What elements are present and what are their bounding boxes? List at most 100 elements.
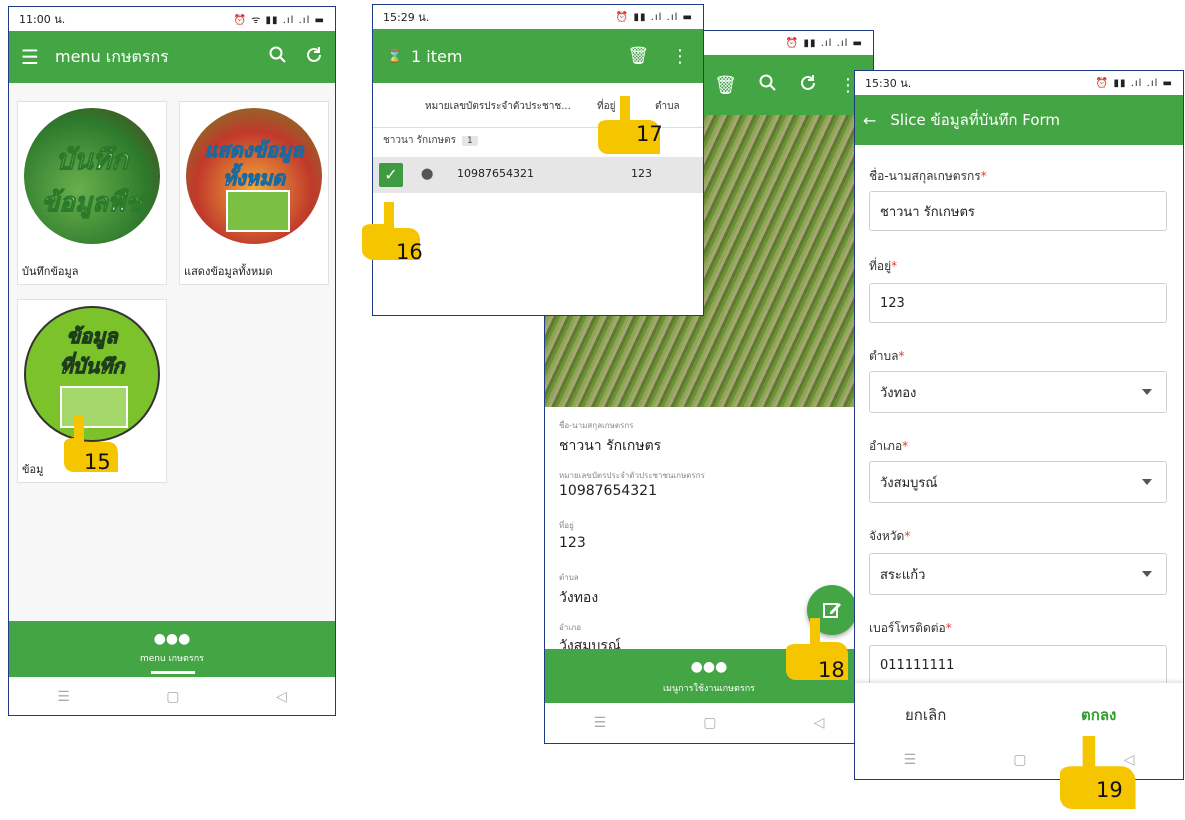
step-15-pointer: 15 (60, 414, 122, 476)
recents-icon[interactable]: ☰ (904, 752, 917, 768)
form-action-bar: ยกเลิก ตกลง (855, 683, 1183, 743)
status-time: 15:30 น. (865, 77, 912, 90)
row-address: 123 (631, 167, 652, 180)
home-icon[interactable]: ▢ (703, 715, 716, 731)
field-label: อำเภอ* (869, 439, 909, 453)
tile-label: ข้อมู (22, 463, 44, 476)
back-icon[interactable]: ◁ (814, 715, 825, 731)
tile-show-all[interactable]: แสดงข้อมูล ทั้งหมด แสดงข้อมูลทั้งหมด (179, 101, 329, 285)
detail-value: วังทอง (559, 590, 599, 606)
refresh-icon[interactable] (799, 74, 817, 96)
step-number: 18 (818, 658, 845, 682)
tile-image-text: บันทึก (55, 143, 129, 177)
app-title: menu เกษตรกร (55, 46, 169, 66)
field-label: ที่อยู่* (869, 259, 898, 273)
bottom-nav-label[interactable]: menu เกษตรกร (9, 651, 335, 665)
detail-label: ชื่อ-นามสกุลเกษตรกร (559, 421, 634, 430)
detail-label: อำเภอ (559, 623, 582, 632)
row-checkbox[interactable]: ✓ (379, 163, 403, 187)
detail-value: 123 (559, 535, 586, 551)
system-nav-bar: ☰ ▢ ◁ (9, 679, 335, 715)
selection-bar: ⌛ 1 item 🗑 ⋮ (373, 29, 703, 83)
group-label: ชาวนา รักเกษตร (383, 135, 457, 146)
bottom-nav: ●●● menu เกษตรกร (9, 621, 335, 677)
row-id: 10987654321 (457, 167, 534, 180)
table-graphic (226, 190, 290, 232)
selection-title: 1 item (411, 46, 463, 66)
back-icon[interactable]: ◁ (276, 689, 287, 705)
tile-label: บันทึกข้อมูล (22, 265, 79, 278)
step-number: 16 (396, 240, 423, 264)
step-number: 15 (84, 450, 111, 474)
tile-image: แสดงข้อมูล ทั้งหมด (186, 108, 322, 244)
chevron-down-icon (1142, 479, 1152, 485)
step-18-pointer: 18 (786, 618, 848, 682)
status-bar: 15:30 น. ⏰ ▮▮ .ıl .ıl ▬ (855, 71, 1183, 95)
cancel-button[interactable]: ยกเลิก (905, 703, 946, 727)
form-app-bar: ← Slice ข้อมูลที่บันทึก Form (855, 95, 1183, 145)
status-icons: ⏰ ᯤ ▮▮ .ıl .ıl ▬ (233, 15, 325, 26)
status-icons: ⏰ ▮▮ .ıl .ıl ▬ (1095, 77, 1173, 89)
phone-field[interactable]: 011111111 (869, 645, 1167, 685)
location-pin-icon: ⬤ (421, 167, 434, 180)
screen-edit-form: 15:30 น. ⏰ ▮▮ .ıl .ıl ▬ ← Slice ข้อมูลที… (854, 70, 1184, 780)
tile-record[interactable]: บันทึก ข้อมูลพืช บันทึกข้อมูล (17, 101, 167, 285)
status-time: 15:29 น. (383, 11, 430, 24)
tile-image-text: ข้อมูลพืช (41, 188, 143, 219)
tile-image-text: ที่บันทึก (59, 354, 125, 379)
home-icon[interactable]: ▢ (1013, 752, 1026, 768)
hamburger-menu-icon[interactable]: ☰ (21, 45, 49, 69)
nav-indicator (151, 671, 195, 674)
column-header[interactable]: หมายเลขบัตรประจำตัวประชาช... (425, 99, 571, 114)
province-select[interactable]: สระแก้ว (869, 553, 1167, 595)
subdistrict-select[interactable]: วังทอง (869, 371, 1167, 413)
search-icon[interactable] (759, 74, 777, 96)
district-select[interactable]: วังสมบูรณ์ (869, 461, 1167, 503)
home-icon[interactable]: ▢ (166, 689, 179, 705)
status-bar: 15:29 น. ⏰ ▮▮ .ıl .ıl ▬ (373, 5, 703, 29)
table-row[interactable]: ✓ ⬤ 10987654321 123 (373, 157, 703, 193)
chevron-down-icon (1142, 571, 1152, 577)
system-nav-bar: ☰ ▢ ◁ (545, 703, 873, 743)
detail-value: ชาวนา รักเกษตร (559, 438, 662, 454)
users-icon[interactable]: ●●● (9, 631, 335, 647)
bottom-nav-label[interactable]: เมนูการใช้งานเกษตรกร (545, 681, 873, 695)
tile-label: แสดงข้อมูลทั้งหมด (184, 265, 273, 278)
group-count-badge: 1 (462, 135, 478, 146)
field-label: เบอร์โทรติดต่อ* (869, 621, 952, 635)
hourglass-icon: ⌛ (387, 49, 402, 63)
step-number: 19 (1096, 778, 1123, 802)
ok-button[interactable]: ตกลง (1081, 703, 1116, 727)
tile-image-text: ข้อมูล (66, 324, 118, 349)
screen-menu: 11:00 น. ⏰ ᯤ ▮▮ .ıl .ıl ▬ ☰ menu เกษตรกร… (8, 6, 336, 716)
status-bar: 11:00 น. ⏰ ᯤ ▮▮ .ıl .ıl ▬ (9, 7, 335, 31)
group-header: ชาวนา รักเกษตร 1 (383, 133, 478, 148)
field-label: ตำบล* (869, 349, 905, 363)
form-title: Slice ข้อมูลที่บันทึก Form (890, 111, 1061, 129)
step-number: 17 (636, 122, 663, 146)
address-field[interactable]: 123 (869, 283, 1167, 323)
status-icons: ⏰ ▮▮ .ıl .ıl ▬ (615, 11, 693, 23)
detail-label: ตำบล (559, 573, 579, 582)
field-label: จังหวัด* (869, 529, 911, 543)
screen-table-selection: 15:29 น. ⏰ ▮▮ .ıl .ıl ▬ ⌛ 1 item 🗑 ⋮ หมา… (372, 4, 704, 316)
detail-label: หมายเลขบัตรประจำตัวประชาชนเกษตรกร (559, 471, 705, 480)
more-options-icon[interactable]: ⋮ (671, 46, 689, 67)
delete-icon[interactable]: 🗑 (627, 46, 649, 66)
tile-image: บันทึก ข้อมูลพืช (24, 108, 160, 244)
status-icons: ⏰ ▮▮ .ıl .ıl ▬ (785, 37, 863, 49)
detail-value: 10987654321 (559, 483, 657, 499)
name-field[interactable]: ชาวนา รักเกษตร (869, 191, 1167, 231)
detail-label: ที่อยู่ (559, 521, 574, 530)
recents-icon[interactable]: ☰ (57, 689, 70, 705)
step-16-pointer: 16 (360, 200, 423, 264)
status-time: 11:00 น. (19, 13, 66, 26)
back-arrow-icon[interactable]: ← (863, 111, 876, 130)
field-label: ชื่อ-นามสกุลเกษตรกร* (869, 169, 987, 183)
step-17-pointer: 17 (598, 96, 663, 158)
delete-icon[interactable]: 🗑 (714, 75, 737, 96)
recents-icon[interactable]: ☰ (594, 715, 607, 731)
step-19-pointer: 19 (1060, 736, 1138, 814)
search-icon[interactable] (269, 46, 287, 69)
refresh-icon[interactable] (305, 46, 323, 68)
